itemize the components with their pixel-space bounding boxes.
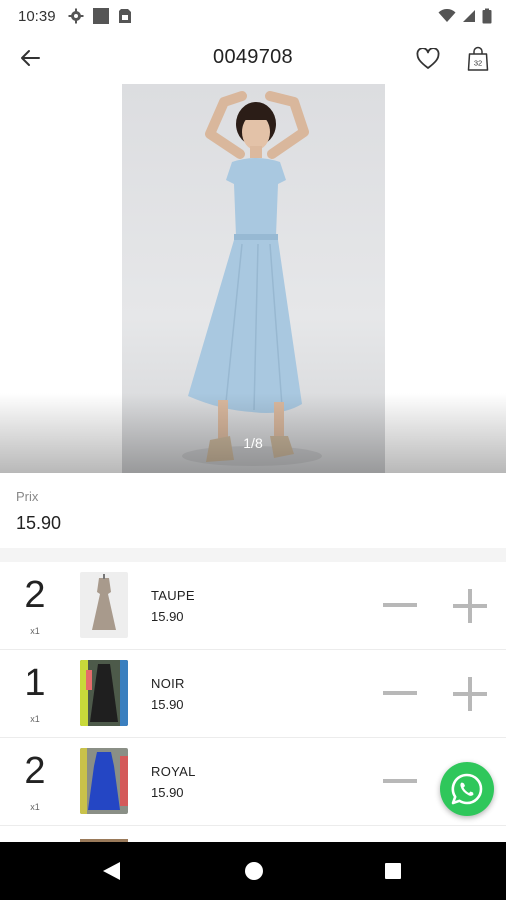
- variant-quantity: 2: [24, 750, 46, 792]
- product-photo: [122, 84, 385, 473]
- top-app-bar: 0049708 32: [0, 32, 506, 84]
- battery-icon: [482, 8, 492, 24]
- product-image-carousel[interactable]: 1/8: [0, 84, 506, 473]
- variant-quantity: 2: [24, 574, 46, 616]
- gear-icon: [68, 8, 84, 24]
- shopping-bag-icon: 32: [467, 46, 489, 71]
- section-divider: [0, 548, 506, 562]
- increase-quantity-button[interactable]: [452, 588, 488, 624]
- whatsapp-button[interactable]: [440, 762, 494, 816]
- variant-multiplier: x1: [30, 714, 40, 724]
- variant-row-noir: 1 x1 NOIR 15.90: [0, 650, 506, 738]
- variant-thumbnail-taupe[interactable]: [80, 572, 128, 638]
- nav-back-icon[interactable]: [100, 860, 122, 882]
- price-label: Prix: [16, 489, 39, 504]
- cart-button[interactable]: 32: [460, 42, 496, 76]
- variant-color-name: TAUPE: [151, 588, 195, 603]
- variant-list: 2 x1 TAUPE 15.90 1 x1 NOIR 15.90 2 x1 RO…: [0, 562, 506, 846]
- decrease-quantity-button[interactable]: [382, 590, 418, 620]
- decrease-quantity-button[interactable]: [382, 766, 418, 796]
- variant-multiplier: x1: [30, 626, 40, 636]
- royal-dress-thumbnail-image: [80, 748, 128, 814]
- variant-thumbnail-royal[interactable]: [80, 748, 128, 814]
- square-icon: [92, 8, 109, 24]
- variant-multiplier: x1: [30, 802, 40, 812]
- taupe-dress-thumbnail-image: [80, 572, 128, 638]
- wifi-icon: [438, 9, 456, 22]
- variant-row-taupe: 2 x1 TAUPE 15.90: [0, 562, 506, 650]
- system-navigation-bar: [0, 842, 506, 900]
- price-section: Prix 15.90: [0, 473, 506, 548]
- status-time: 10:39: [18, 7, 56, 25]
- variant-price: 15.90: [151, 697, 184, 712]
- plus-icon: [453, 677, 487, 711]
- variant-row-royal: 2 x1 ROYAL 15.90: [0, 738, 506, 826]
- variant-color-name: NOIR: [151, 676, 185, 691]
- image-shade-left: [0, 393, 122, 473]
- minus-icon: [383, 603, 417, 607]
- price-value: 15.90: [16, 513, 62, 533]
- variant-thumbnail-noir[interactable]: [80, 660, 128, 726]
- status-right-icons: [438, 8, 492, 24]
- sim-card-icon: [118, 9, 131, 23]
- minus-icon: [383, 691, 417, 695]
- heart-icon: [416, 48, 440, 69]
- noir-dress-thumbnail-image: [80, 660, 128, 726]
- image-shade-center: [122, 393, 385, 473]
- decrease-quantity-button[interactable]: [382, 678, 418, 708]
- plus-icon: [453, 589, 487, 623]
- variant-price: 15.90: [151, 785, 184, 800]
- status-bar: 10:39: [0, 0, 506, 32]
- nav-recents-icon[interactable]: [384, 862, 402, 880]
- variant-color-name: ROYAL: [151, 764, 196, 779]
- increase-quantity-button[interactable]: [452, 676, 488, 712]
- image-page-indicator: 1/8: [243, 435, 263, 451]
- variant-quantity: 1: [24, 662, 46, 704]
- whatsapp-icon: [451, 773, 483, 805]
- signal-icon: [463, 10, 475, 22]
- cart-count: 32: [474, 59, 482, 68]
- image-shade-right: [385, 393, 506, 473]
- nav-home-icon[interactable]: [244, 861, 264, 881]
- favorite-button[interactable]: [410, 42, 446, 76]
- status-left-icons: [68, 7, 132, 25]
- minus-icon: [383, 779, 417, 783]
- variant-price: 15.90: [151, 609, 184, 624]
